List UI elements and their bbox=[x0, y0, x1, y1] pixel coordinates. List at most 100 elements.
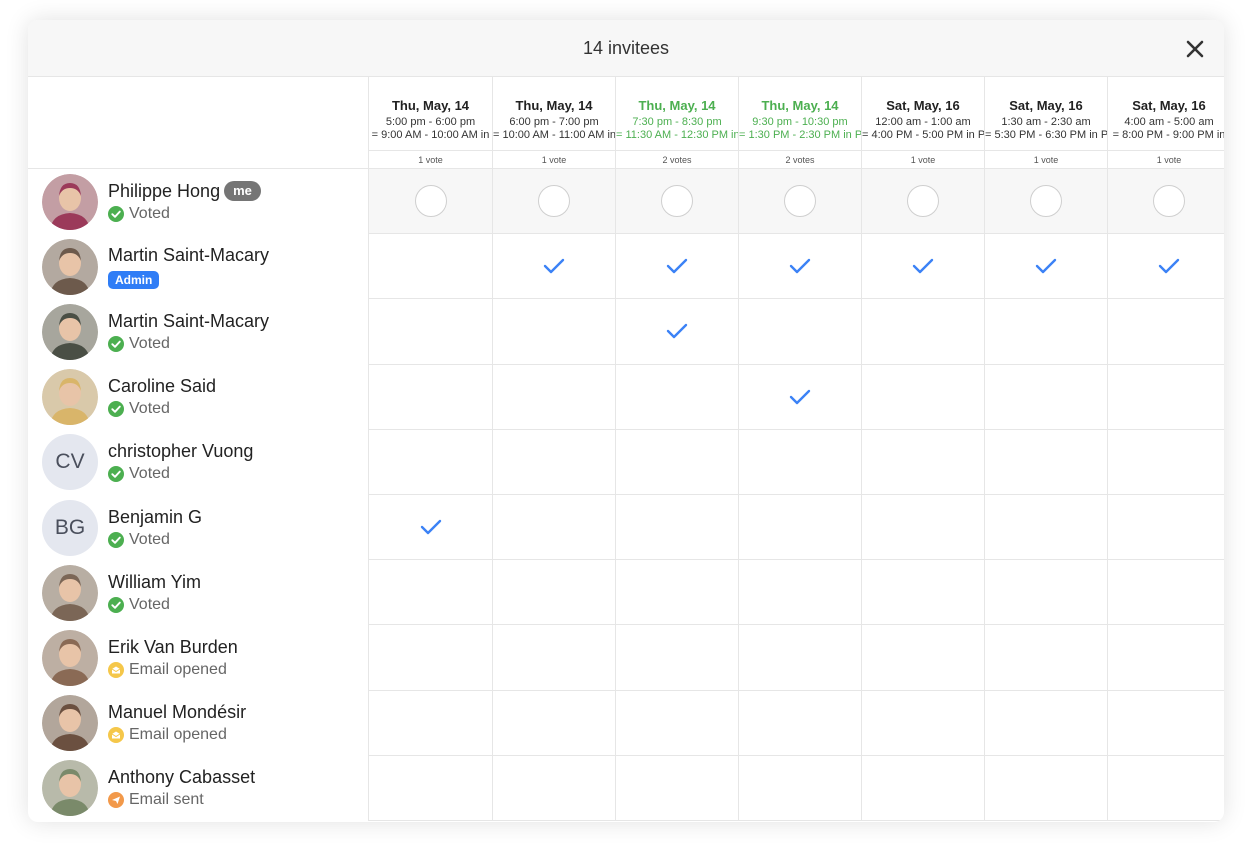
invitee-info: Anthony Cabasset Email sent bbox=[108, 767, 255, 809]
slot-column-header[interactable]: Sat, May, 16 12:00 am - 1:00 am = 4:00 PM … bbox=[861, 77, 984, 169]
vote-cell bbox=[861, 429, 984, 495]
avatar-photo-icon bbox=[42, 173, 98, 230]
slot-time: 4:00 am - 5:00 am bbox=[1124, 116, 1214, 128]
invitee-info: Benjamin G Voted bbox=[108, 507, 202, 549]
invitee-name: christopher Vuong bbox=[108, 441, 254, 462]
vote-cell bbox=[1107, 169, 1224, 235]
invitee-info: Martin Saint-Macary Voted bbox=[108, 311, 269, 353]
avatar-photo-icon bbox=[42, 238, 98, 295]
vote-radio[interactable] bbox=[414, 185, 447, 218]
avatar bbox=[42, 303, 98, 360]
status-icon-wrap bbox=[108, 661, 124, 678]
vote-radio[interactable] bbox=[784, 185, 816, 218]
vote-cell bbox=[861, 234, 984, 300]
vote-cell bbox=[738, 169, 861, 235]
vote-radio[interactable] bbox=[661, 185, 693, 218]
vote-radio[interactable] bbox=[1153, 185, 1185, 218]
slot-converted-time: = 11:30 AM - 12:30 PM in bbox=[616, 129, 738, 141]
vote-radio[interactable] bbox=[1030, 185, 1062, 218]
vote-cell bbox=[1107, 234, 1224, 300]
slot-converted-time: = 4:00 PM - 5:00 PM in P bbox=[862, 129, 984, 141]
vote-cell bbox=[984, 169, 1107, 235]
vote-cell bbox=[369, 756, 492, 821]
vote-cell bbox=[369, 430, 492, 495]
slot-time: 12:00 am - 1:00 am bbox=[875, 116, 971, 128]
invitee-info: William Yim Voted bbox=[108, 572, 201, 614]
vote-check-icon bbox=[543, 259, 565, 274]
close-button[interactable] bbox=[1180, 34, 1210, 64]
vote-cell bbox=[984, 560, 1107, 626]
slot-converted-time: = 8:00 PM - 9:00 PM in bbox=[1112, 129, 1224, 141]
slot-vote-count: 1 vote bbox=[985, 150, 1107, 168]
invitee-name-line: Manuel Mondésir bbox=[108, 702, 246, 723]
vote-cell bbox=[984, 625, 1107, 691]
slot-vote-count: 1 vote bbox=[369, 150, 492, 168]
vote-check-icon bbox=[1035, 259, 1057, 274]
vote-cell bbox=[861, 690, 984, 756]
vote-cell bbox=[492, 169, 615, 235]
vote-cell bbox=[615, 690, 738, 756]
status-icon-wrap bbox=[108, 466, 124, 483]
voted-check-icon bbox=[108, 335, 124, 352]
invitee-info: Caroline Said Voted bbox=[108, 376, 216, 418]
slot-column-header[interactable]: Sat, May, 16 4:00 am - 5:00 am = 8:00 PM -… bbox=[1107, 77, 1224, 169]
invitee-row: Anthony Cabasset Email sent bbox=[28, 755, 369, 821]
invitee-info: christopher Vuong Voted bbox=[108, 441, 253, 483]
slot-column-header[interactable]: Thu, May, 14 9:30 pm - 10:30 pm = 1:30 PM … bbox=[738, 77, 861, 169]
invitee-status: Email opened bbox=[108, 726, 246, 744]
vote-cell bbox=[492, 234, 615, 300]
vote-check-icon bbox=[789, 389, 811, 404]
slot-info: Sat, May, 16 4:00 am - 5:00 am = 8:00 PM -… bbox=[1108, 77, 1224, 150]
vote-cell bbox=[615, 299, 738, 365]
avatar: CV bbox=[42, 434, 98, 491]
slot-column-header[interactable]: Thu, May, 14 7:30 pm - 8:30 pm = 11:30 AM … bbox=[615, 77, 738, 169]
vote-cell bbox=[984, 364, 1107, 430]
invitee-row: Manuel Mondésir Email opened bbox=[28, 690, 369, 756]
slot-column-header[interactable]: Thu, May, 14 6:00 pm - 7:00 pm = 10:00 AM … bbox=[492, 77, 615, 169]
slot-info: Thu, May, 14 5:00 pm - 6:00 pm = 9:00 AM -… bbox=[369, 77, 492, 150]
invitee-name-line: Benjamin G bbox=[108, 507, 202, 528]
avatar-photo-icon bbox=[42, 695, 98, 752]
vote-radio[interactable] bbox=[538, 185, 570, 218]
vote-cell bbox=[492, 560, 615, 626]
avatar bbox=[42, 629, 98, 686]
invitee-info: Philippe Hong me Voted bbox=[108, 181, 261, 223]
vote-cell bbox=[861, 299, 984, 365]
status-icon-wrap bbox=[108, 401, 124, 418]
slot-time: 9:30 pm - 10:30 pm bbox=[752, 116, 848, 128]
invitee-name-line: Erik Van Burden bbox=[108, 637, 238, 658]
invitee-row: Erik Van Burden Email opened bbox=[28, 625, 369, 691]
invitee-name: William Yim bbox=[108, 571, 201, 592]
vote-cell bbox=[369, 691, 492, 756]
invitee-info: Martin Saint-Macary Admin bbox=[108, 245, 269, 289]
admin-badge: Admin bbox=[108, 270, 160, 289]
email-opened-icon bbox=[108, 727, 124, 744]
invitee-status: Voted bbox=[108, 596, 201, 614]
vote-cell bbox=[1107, 429, 1224, 495]
vote-cell bbox=[861, 494, 984, 561]
avatar-photo-icon bbox=[42, 369, 98, 426]
invitee-name: Philippe Hong bbox=[108, 180, 221, 201]
close-icon bbox=[1186, 40, 1204, 58]
vote-cell bbox=[615, 429, 738, 495]
invitee-info: Manuel Mondésir Email opened bbox=[108, 702, 246, 744]
voted-check-icon bbox=[108, 596, 124, 613]
vote-cell bbox=[615, 560, 738, 626]
vote-cell bbox=[1107, 494, 1224, 561]
status-icon-wrap bbox=[108, 792, 124, 809]
vote-cell bbox=[615, 364, 738, 430]
vote-cell bbox=[615, 625, 738, 691]
voted-check-icon bbox=[108, 205, 124, 222]
vote-radio[interactable] bbox=[907, 185, 939, 218]
slot-info: Thu, May, 14 6:00 pm - 7:00 pm = 10:00 AM … bbox=[493, 77, 615, 150]
vote-cell bbox=[1107, 299, 1224, 365]
invitee-name-line: Martin Saint-Macary bbox=[108, 311, 269, 332]
vote-check-icon bbox=[912, 259, 934, 274]
vote-cell bbox=[738, 560, 861, 626]
invitee-name: Martin Saint-Macary bbox=[108, 244, 270, 265]
avatar bbox=[42, 760, 98, 817]
slot-column-header[interactable]: Sat, May, 16 1:30 am - 2:30 am = 5:30 PM -… bbox=[984, 77, 1107, 169]
invitee-row: CV christopher Vuong Voted bbox=[28, 429, 369, 495]
slot-time: 1:30 am - 2:30 am bbox=[1001, 116, 1091, 128]
slot-column-header[interactable]: Thu, May, 14 5:00 pm - 6:00 pm = 9:00 AM -… bbox=[369, 77, 492, 169]
